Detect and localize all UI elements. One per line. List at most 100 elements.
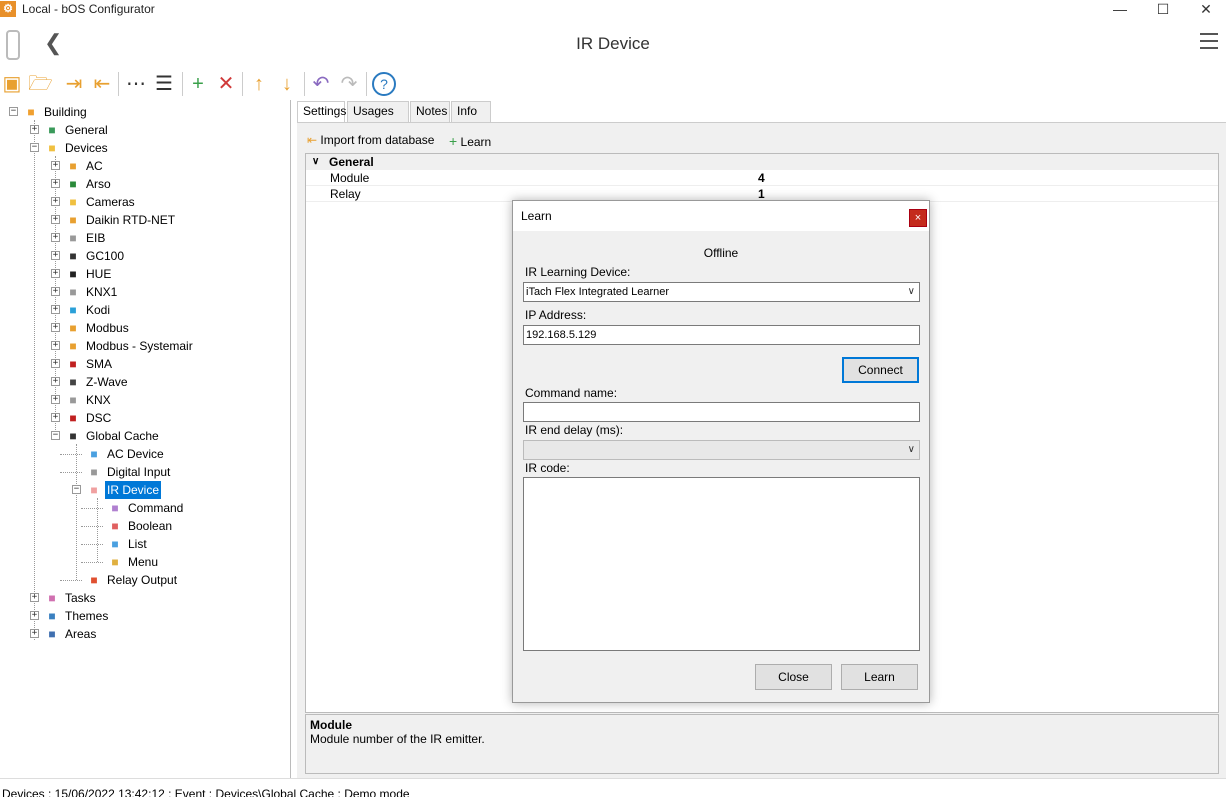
property-category[interactable]: ∨ General: [306, 154, 1218, 170]
learning-device-select[interactable]: iTach Flex Integrated Learner ∨: [523, 282, 920, 302]
learn-dialog: Learn × Offline IR Learning Device: iTac…: [512, 200, 930, 703]
tree-item[interactable]: + ■ Modbus - Systemair: [0, 337, 290, 355]
collapse-icon[interactable]: −: [30, 143, 39, 152]
expand-icon[interactable]: +: [51, 305, 60, 314]
dialog-close-icon[interactable]: ×: [909, 209, 927, 227]
expand-icon[interactable]: +: [51, 287, 60, 296]
list-icon: ■: [111, 537, 119, 551]
tree-item-label: Devices: [65, 141, 108, 155]
tree-item[interactable]: + ■ SMA: [0, 355, 290, 373]
plugin-icon: ■: [69, 321, 77, 335]
device-tree: − ■ Building + ■ General − ■ Devices + ■ AC + ■ Arso + ■…: [0, 100, 291, 778]
tree-item[interactable]: + ■ Daikin RTD-NET: [0, 211, 290, 229]
expand-icon[interactable]: +: [51, 215, 60, 224]
collapse-icon[interactable]: −: [9, 107, 18, 116]
expand-icon[interactable]: +: [51, 341, 60, 350]
tree-item[interactable]: + ■ HUE: [0, 265, 290, 283]
tree-item[interactable]: − ■ Devices: [0, 139, 290, 157]
tree-item[interactable]: + ■ EIB: [0, 229, 290, 247]
save-icon[interactable]: ▣: [0, 72, 24, 96]
tab-settings[interactable]: Settings: [297, 101, 346, 123]
tree-item[interactable]: + ■ Arso: [0, 175, 290, 193]
tree-item[interactable]: + ■ KNX: [0, 391, 290, 409]
expand-icon[interactable]: +: [30, 125, 39, 134]
maximize-button[interactable]: ☐: [1143, 0, 1183, 20]
close-window-button[interactable]: ✕: [1186, 0, 1226, 20]
import-icon[interactable]: ⇤: [90, 72, 114, 96]
expand-icon[interactable]: +: [51, 251, 60, 260]
tree-item[interactable]: ■ List: [0, 535, 290, 553]
expand-icon[interactable]: +: [51, 359, 60, 368]
tree-item[interactable]: − ■ Global Cache: [0, 427, 290, 445]
window-title: Local - bOS Configurator: [22, 2, 155, 16]
tree-item[interactable]: ■ Digital Input: [0, 463, 290, 481]
status-bar: Devices : 15/06/2022 13:42:12 : Event : …: [0, 778, 1226, 797]
expand-icon[interactable]: +: [51, 161, 60, 170]
tree-item[interactable]: + ■ GC100: [0, 247, 290, 265]
tab-info[interactable]: Info: [451, 101, 491, 122]
tab-notes[interactable]: Notes: [410, 101, 450, 122]
tree-item[interactable]: + ■ Z-Wave: [0, 373, 290, 391]
property-row-module[interactable]: Module 4: [306, 170, 1218, 186]
more-icon[interactable]: ⋯: [124, 72, 148, 96]
tree-item[interactable]: ■ Boolean: [0, 517, 290, 535]
minimize-button[interactable]: —: [1100, 0, 1140, 20]
tree-item[interactable]: + ■ DSC: [0, 409, 290, 427]
ir-end-delay-select[interactable]: ∨: [523, 440, 920, 460]
expand-icon[interactable]: +: [51, 413, 60, 422]
import-from-database-button[interactable]: ⇤ Import from database: [307, 133, 434, 147]
tree-item[interactable]: ■ Command: [0, 499, 290, 517]
ip-address-input[interactable]: 192.168.5.129: [523, 325, 920, 345]
tab-usages[interactable]: Usages (0): [347, 101, 409, 137]
sma-icon: ■: [69, 357, 77, 371]
delete-icon[interactable]: ✕: [214, 72, 238, 96]
close-button[interactable]: Close: [755, 664, 832, 690]
expand-icon[interactable]: +: [51, 269, 60, 278]
tree-item[interactable]: − ■ Building: [0, 103, 290, 121]
collapse-icon[interactable]: −: [51, 431, 60, 440]
expand-icon[interactable]: +: [51, 377, 60, 386]
export-icon[interactable]: ⇥: [62, 72, 86, 96]
collapse-icon[interactable]: −: [72, 485, 81, 494]
move-up-icon[interactable]: ↑: [247, 72, 271, 96]
undo-icon[interactable]: ↶: [309, 72, 333, 96]
hamburger-menu-icon[interactable]: [1200, 33, 1218, 51]
tree-item[interactable]: + ■ Tasks: [0, 589, 290, 607]
expand-icon[interactable]: +: [51, 323, 60, 332]
help-icon[interactable]: ?: [372, 72, 396, 96]
add-icon[interactable]: +: [186, 72, 210, 96]
tree-item[interactable]: ■ Relay Output: [0, 571, 290, 589]
tree-item[interactable]: + ■ Kodi: [0, 301, 290, 319]
tree-item[interactable]: + ■ General: [0, 121, 290, 139]
redo-icon[interactable]: ↷: [337, 72, 361, 96]
hue-icon: ■: [69, 267, 77, 281]
expand-icon[interactable]: +: [51, 233, 60, 242]
ir-code-textarea[interactable]: [523, 477, 920, 651]
tree-item[interactable]: + ■ Themes: [0, 607, 290, 625]
expand-icon[interactable]: +: [51, 197, 60, 206]
move-down-icon[interactable]: ↓: [275, 72, 299, 96]
learn-action-button[interactable]: + Learn: [449, 133, 491, 149]
tree-item[interactable]: ■ Menu: [0, 553, 290, 571]
expand-icon[interactable]: +: [51, 179, 60, 188]
tree-item[interactable]: + ■ AC: [0, 157, 290, 175]
tree-item[interactable]: + ■ Cameras: [0, 193, 290, 211]
tree-item[interactable]: + ■ Modbus: [0, 319, 290, 337]
property-key: Relay: [330, 187, 361, 201]
expand-icon[interactable]: +: [51, 395, 60, 404]
tree-item-label: Areas: [65, 627, 97, 641]
command-name-input[interactable]: [523, 402, 920, 422]
tree-item[interactable]: + ■ Areas: [0, 625, 290, 643]
settings-sliders-icon[interactable]: ☰: [152, 72, 176, 96]
tree-item-label: GC100: [86, 249, 125, 263]
expand-icon[interactable]: +: [30, 611, 39, 620]
connect-button[interactable]: Connect: [842, 357, 919, 383]
tree-item[interactable]: ■ AC Device: [0, 445, 290, 463]
open-folder-icon[interactable]: 🗁: [28, 72, 53, 96]
expand-icon[interactable]: +: [30, 593, 39, 602]
expand-icon[interactable]: +: [30, 629, 39, 638]
learn-button[interactable]: Learn: [841, 664, 918, 690]
tree-item[interactable]: − ■ IR Device: [0, 481, 290, 499]
connection-status: Offline: [703, 246, 739, 260]
tree-item[interactable]: + ■ KNX1: [0, 283, 290, 301]
